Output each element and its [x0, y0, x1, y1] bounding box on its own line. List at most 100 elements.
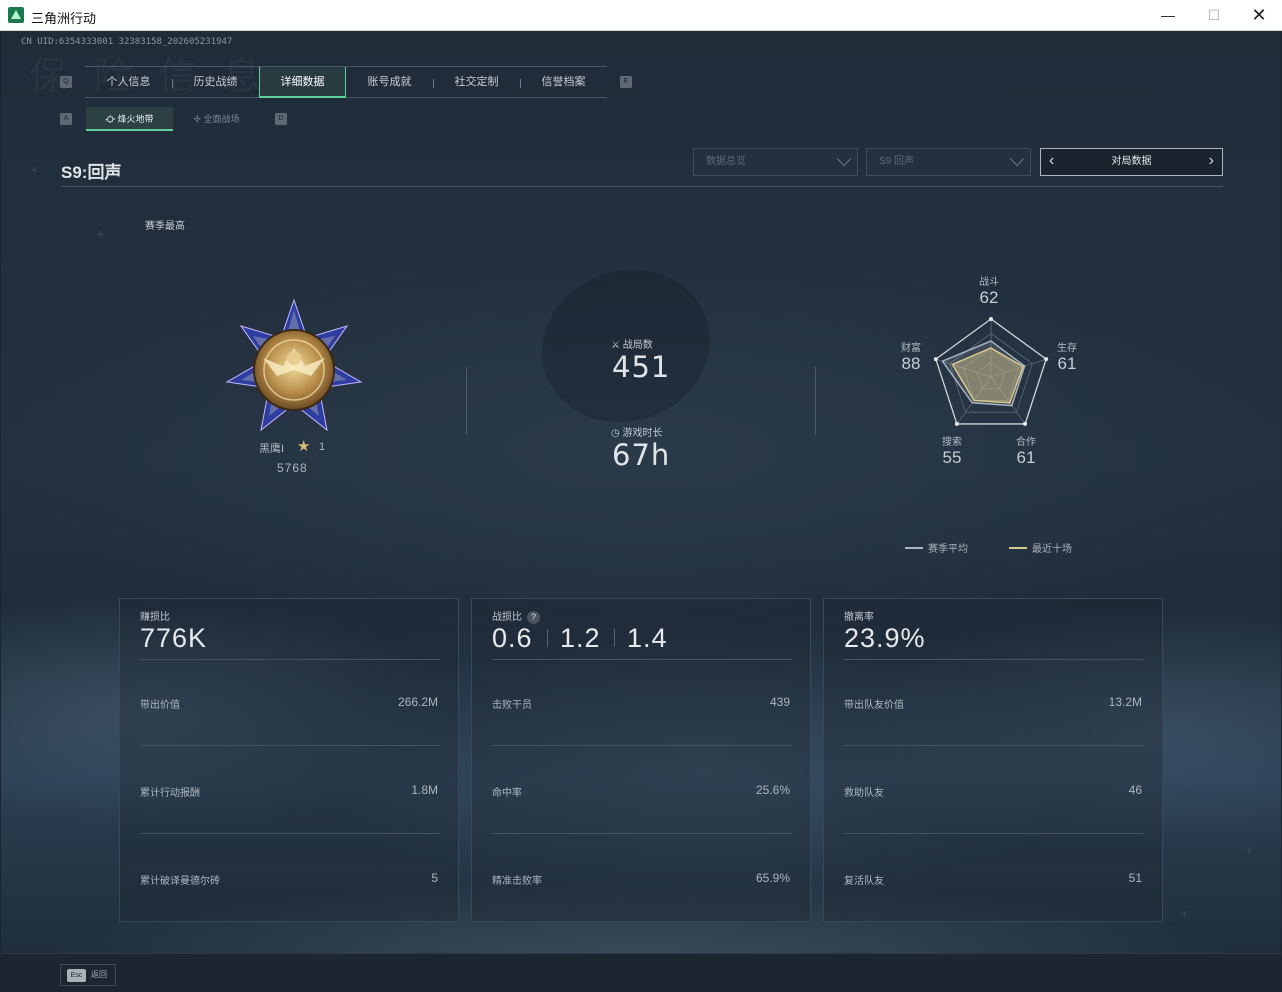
- rank-name: 黑鹰I: [259, 443, 285, 455]
- radar-vertex-point: [933, 357, 938, 362]
- radar-value-search: 55: [942, 448, 962, 467]
- radar-label-combat: 战斗: [979, 277, 999, 288]
- back-button[interactable]: Esc 返回: [60, 964, 116, 986]
- next-arrow-icon[interactable]: ›: [1209, 149, 1214, 173]
- card-divider: [844, 833, 1144, 834]
- legend-season-avg-swatch: [905, 547, 923, 549]
- prev-arrow-icon[interactable]: ‹: [1049, 149, 1054, 173]
- subtab-operations[interactable]: ⛮ 烽火地带: [86, 107, 173, 131]
- card-divider: [492, 833, 792, 834]
- match-data-pager: ‹ 对局数据 ›: [1040, 148, 1223, 176]
- dropdown-value: S9 回声: [879, 156, 915, 167]
- tab-detailed-data[interactable]: 详细数据: [259, 67, 346, 98]
- radar-value-cooperation: 61: [1016, 448, 1036, 467]
- legend-recent-ten: 最近十场: [1032, 544, 1072, 555]
- playtime-stat-label: ◷ 游戏时长: [611, 424, 663, 439]
- radar-label-search: 搜索: [942, 437, 962, 448]
- deco-plus-icon: +: [1181, 907, 1189, 921]
- main-tab-bar: 个人信息 历史战绩 详细数据 账号成就 社交定制 信誉档案: [85, 66, 607, 98]
- stat-row-label: 精准击败率: [492, 876, 542, 887]
- deco-plus-icon: +: [97, 227, 105, 241]
- stat-row-label: 击败干员: [492, 700, 532, 711]
- stat-row-value: 13.2M: [1108, 695, 1142, 709]
- tab-social[interactable]: 社交定制: [433, 67, 520, 98]
- q-key-hint: Q: [60, 76, 72, 88]
- playtime-value: 67h: [612, 438, 671, 472]
- radar-label-cooperation: 合作: [1016, 437, 1036, 448]
- window-titlebar: 三角洲行动 — ☐ ✕: [0, 0, 1282, 31]
- stat-row-label: 复活队友: [844, 876, 884, 887]
- radar-label-survival: 生存: [1057, 343, 1077, 354]
- extraction-rate-card: 撤离率 23.9% 带出队友价值 13.2M 救助队友 46 复活队友 51: [823, 598, 1163, 922]
- card-big-value: 776K: [140, 623, 208, 653]
- player-uid: CN UID:6354333001 32383158_202605231947: [21, 37, 233, 47]
- radar-label-wealth: 财富: [901, 343, 921, 354]
- season-dropdown[interactable]: S9 回声: [866, 148, 1031, 176]
- card-divider: [140, 833, 440, 834]
- stat-row-label: 命中率: [492, 788, 522, 799]
- d-key-hint: D: [275, 113, 287, 125]
- e-key-hint: E: [620, 76, 632, 88]
- card-divider: [844, 745, 1144, 746]
- esc-key-hint: Esc: [67, 969, 86, 982]
- chevron-down-icon: [836, 151, 852, 167]
- kd-value-3: 1.4: [627, 623, 668, 653]
- tab-reputation[interactable]: 信誉档案: [520, 67, 607, 98]
- matches-stat-label: ⚔ 战局数: [611, 336, 653, 351]
- stat-row-label: 救助队友: [844, 788, 884, 799]
- app-logo-icon: [8, 7, 24, 23]
- pager-label: 对局数据: [1111, 156, 1152, 167]
- close-button[interactable]: ✕: [1236, 0, 1282, 31]
- minimize-button[interactable]: —: [1145, 0, 1191, 31]
- tab-personal-info[interactable]: 个人信息: [85, 67, 172, 98]
- section-divider: [466, 367, 467, 435]
- card-divider: [140, 659, 440, 660]
- chevron-down-icon: [1009, 151, 1025, 167]
- back-label: 返回: [91, 970, 107, 979]
- subtab-warfare-label: 全面战场: [203, 114, 240, 124]
- rank-stars: 1: [319, 441, 326, 453]
- deco-plus-icon: +: [31, 163, 39, 177]
- rank-score: 5768: [277, 461, 308, 475]
- card-title: 战损比?: [492, 608, 540, 624]
- window-title: 三角洲行动: [31, 11, 97, 26]
- deco-plus-icon: +: [1245, 843, 1253, 857]
- value-separator: [547, 629, 548, 647]
- stat-row-label: 带出队友价值: [844, 700, 904, 711]
- card-title: 赚损比: [140, 612, 170, 623]
- card-title: 撤离率: [844, 612, 874, 623]
- game-viewport: 保 险 信 息 + + + + + CN UID:6354333001 3238…: [1, 31, 1281, 992]
- kd-value-1: 0.6: [492, 623, 533, 653]
- stat-row-value: 439: [769, 695, 790, 709]
- data-overview-dropdown[interactable]: 数据总览: [693, 148, 858, 176]
- stat-row-value: 25.6%: [755, 783, 790, 797]
- stat-row-value: 5: [431, 871, 438, 885]
- star-icon: ★: [297, 438, 311, 455]
- stat-row-label: 累计破译曼德尔砖: [140, 876, 220, 887]
- tab-history[interactable]: 历史战绩: [172, 67, 259, 98]
- stat-row-value: 46: [1128, 783, 1142, 797]
- tab-achievements[interactable]: 账号成就: [346, 67, 433, 98]
- kd-value-2: 1.2: [560, 623, 601, 653]
- card-title-text: 战损比: [492, 612, 522, 623]
- radar-value-combat: 62: [979, 288, 999, 307]
- deco-plus-icon: +: [1181, 779, 1189, 793]
- legend-season-avg: 赛季平均: [928, 544, 968, 555]
- legend-recent-ten-swatch: [1009, 547, 1027, 549]
- stat-row-value: 51: [1128, 871, 1142, 885]
- subtab-operations-label: 烽火地带: [117, 114, 154, 124]
- stat-row-value: 65.9%: [755, 871, 790, 885]
- rank-medal-icon: I: [225, 298, 363, 432]
- maximize-button[interactable]: ☐: [1191, 0, 1237, 31]
- header-divider: [61, 186, 1223, 187]
- subtab-warfare[interactable]: ✢ 全面战场: [173, 107, 260, 131]
- stat-row-value: 266.2M: [397, 695, 438, 709]
- card-divider: [492, 745, 792, 746]
- card-divider: [140, 745, 440, 746]
- value-separator: [614, 629, 615, 647]
- radar-vertex-point: [1023, 421, 1028, 426]
- stat-row-label: 带出价值: [140, 700, 180, 711]
- matches-value: 451: [612, 350, 671, 384]
- dropdown-value: 数据总览: [706, 156, 746, 167]
- bottom-bar: Esc 返回: [1, 953, 1281, 992]
